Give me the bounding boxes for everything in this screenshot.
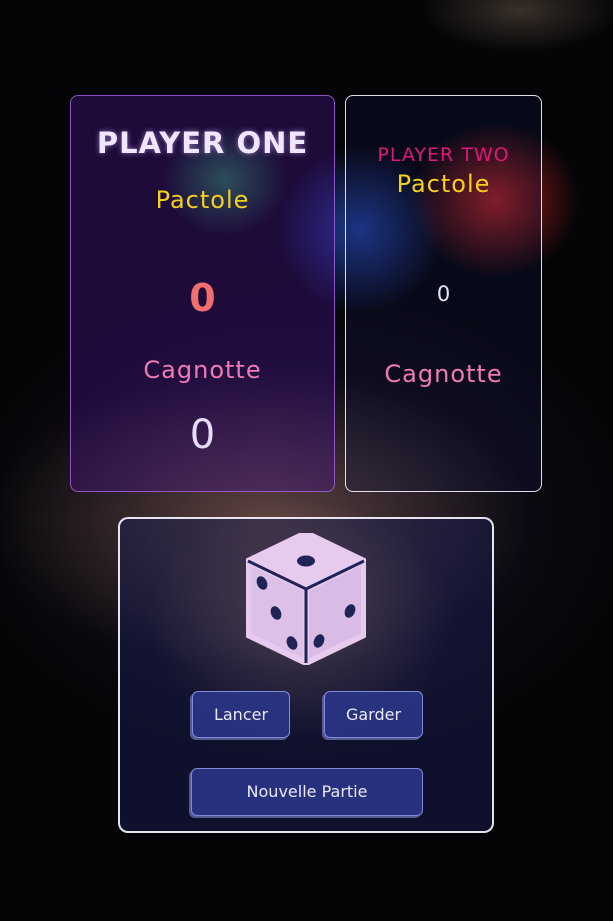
player-one-cagnotte-label: Cagnotte	[143, 356, 262, 384]
control-panel: Lancer Garder Nouvelle Partie	[118, 517, 494, 833]
player-two-pactole-label: Pactole	[396, 170, 491, 198]
player-one-pactole-label: Pactole	[155, 186, 250, 214]
new-game-button[interactable]: Nouvelle Partie	[191, 768, 423, 816]
player-one-pactole-value: 0	[189, 276, 216, 320]
player-two-pactole-value: 0	[436, 282, 451, 306]
player-two-cagnotte-label: Cagnotte	[384, 360, 503, 388]
dice-icon	[246, 533, 366, 665]
hold-button[interactable]: Garder	[324, 691, 423, 738]
player-two-card: PLAYER TWO Pactole 0 Cagnotte 0	[345, 95, 542, 492]
player-two-title: PLAYER TWO	[377, 144, 510, 166]
player-one-card: PLAYER ONE Pactole 0 Cagnotte 0	[70, 95, 335, 492]
player-two-cagnotte-value: 0	[437, 420, 450, 442]
player-one-title: PLAYER ONE	[96, 126, 309, 160]
player-one-cagnotte-value: 0	[189, 412, 216, 458]
roll-button[interactable]: Lancer	[192, 691, 290, 738]
